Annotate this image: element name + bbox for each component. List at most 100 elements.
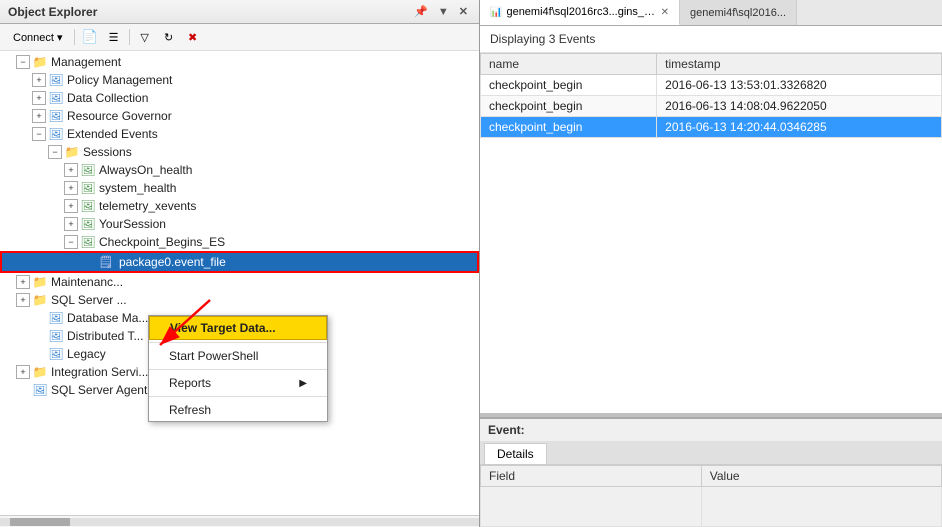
filter-button[interactable]: ▽	[134, 27, 156, 47]
tree-item-syshealth[interactable]: + 🖼 system_health	[0, 179, 479, 197]
icon-checkpointbegins: 🖼	[80, 234, 96, 250]
detail-tab-details[interactable]: Details	[484, 443, 547, 464]
expand-yoursession[interactable]: +	[64, 217, 78, 231]
tree-item-sessions[interactable]: − 📁 Sessions	[0, 143, 479, 161]
expand-management[interactable]: −	[16, 55, 30, 69]
tree-item-sqlserver[interactable]: + 📁 SQL Server ...	[0, 291, 479, 309]
extendedevents-label: Extended Events	[67, 127, 158, 141]
content-area: Displaying 3 Events name timestamp	[480, 26, 942, 527]
expand-sqlserver[interactable]: +	[16, 293, 30, 307]
folder-icon-sessions: 📁	[64, 144, 80, 160]
object-explorer-panel: Object Explorer 📌 ▼ ✕ Connect ▾ 📄 ☰ ▽ ↻ …	[0, 0, 480, 527]
toolbar: Connect ▾ 📄 ☰ ▽ ↻ ✖	[0, 24, 479, 51]
horizontal-scrollbar[interactable]	[0, 515, 479, 527]
detail-table: Field Value	[480, 465, 942, 527]
databasema-label: Database Ma...	[67, 311, 148, 325]
icon-resourcegov: 🖼	[48, 108, 64, 124]
icon-alwayson: 🖼	[80, 162, 96, 178]
expand-resourcegov[interactable]: +	[32, 109, 46, 123]
tree-item-extendedevents[interactable]: − 🖼 Extended Events	[0, 125, 479, 143]
resourcegov-label: Resource Governor	[67, 109, 172, 123]
tree-item-resourcegov[interactable]: + 🖼 Resource Governor	[0, 107, 479, 125]
tab-event-file[interactable]: 📊 genemi4f\sql2016rc3...gins_ES: event_f…	[480, 0, 680, 25]
cell-timestamp-3: 2016-06-13 14:20:44.0346285	[657, 117, 942, 138]
datacollection-label: Data Collection	[67, 91, 148, 105]
detail-tabs-row: Details	[480, 441, 942, 465]
tab-bar: 📊 genemi4f\sql2016rc3...gins_ES: event_f…	[480, 0, 942, 26]
panel-title-icons: 📌 ▼ ✕	[411, 4, 471, 19]
stop-button[interactable]: ✖	[182, 27, 204, 47]
tab-close-1[interactable]: ✕	[661, 7, 669, 18]
context-separator-3	[149, 396, 327, 397]
list-button[interactable]: ☰	[103, 27, 125, 47]
tree-item-packagefile[interactable]: 🗒 package0.event_file	[0, 251, 479, 273]
sqlserver-label: SQL Server ...	[51, 293, 127, 307]
expand-datacollection[interactable]: +	[32, 91, 46, 105]
expand-syshealth[interactable]: +	[64, 181, 78, 195]
toolbar-separator-2	[129, 29, 130, 45]
expand-telemetry[interactable]: +	[64, 199, 78, 213]
table-row[interactable]: checkpoint_begin 2016-06-13 13:53:01.332…	[481, 75, 942, 96]
icon-sqlagent: 🖼	[32, 382, 48, 398]
context-menu-reports[interactable]: Reports ▶	[149, 372, 327, 394]
expand-extendedevents[interactable]: −	[32, 127, 46, 141]
cell-name-3: checkpoint_begin	[481, 117, 657, 138]
tree-item-yoursession[interactable]: + 🖼 YourSession	[0, 215, 479, 233]
cell-name-2: checkpoint_begin	[481, 96, 657, 117]
expand-policy[interactable]: +	[32, 73, 46, 87]
telemetry-label: telemetry_xevents	[99, 199, 196, 213]
pin-icon[interactable]: 📌	[411, 4, 431, 19]
close-icon[interactable]: ✕	[456, 4, 471, 19]
context-menu-viewtarget[interactable]: View Target Data...	[149, 316, 327, 340]
yoursession-label: YourSession	[99, 217, 166, 231]
expand-maintenance[interactable]: +	[16, 275, 30, 289]
tree-item-management[interactable]: − 📁 Management	[0, 53, 479, 71]
tree-item-policy[interactable]: + 🖼 Policy Management	[0, 71, 479, 89]
col-header-timestamp[interactable]: timestamp	[657, 54, 942, 75]
context-separator-1	[149, 342, 327, 343]
dropdown-icon[interactable]: ▼	[435, 5, 452, 19]
panel-title-bar: Object Explorer 📌 ▼ ✕	[0, 0, 479, 24]
cell-timestamp-2: 2016-06-13 14:08:04.9622050	[657, 96, 942, 117]
icon-datacollection: 🖼	[48, 90, 64, 106]
legacy-label: Legacy	[67, 347, 106, 361]
event-label: Event:	[480, 419, 942, 441]
tree-item-maintenance[interactable]: + 📁 Maintenanc...	[0, 273, 479, 291]
tree-container[interactable]: − 📁 Management + 🖼 Policy Management + 🖼…	[0, 51, 479, 515]
result-header: Displaying 3 Events	[480, 26, 942, 53]
expand-checkpointbegins[interactable]: −	[64, 235, 78, 249]
folder-icon-integration: 📁	[32, 364, 48, 380]
tree-item-checkpointbegins[interactable]: − 🖼 Checkpoint_Begins_ES	[0, 233, 479, 251]
policy-label: Policy Management	[67, 73, 172, 87]
sqlagent-label: SQL Server Agent	[51, 383, 147, 397]
table-row[interactable]: checkpoint_begin 2016-06-13 14:08:04.962…	[481, 96, 942, 117]
new-query-button[interactable]: 📄	[79, 27, 101, 47]
tree-item-alwayson[interactable]: + 🖼 AlwaysOn_health	[0, 161, 479, 179]
connect-button[interactable]: Connect ▾	[6, 27, 70, 47]
icon-yoursession: 🖼	[80, 216, 96, 232]
expand-sessions[interactable]: −	[48, 145, 62, 159]
expand-integration[interactable]: +	[16, 365, 30, 379]
tree-item-telemetry[interactable]: + 🖼 telemetry_xevents	[0, 197, 479, 215]
table-row-selected[interactable]: checkpoint_begin 2016-06-13 14:20:44.034…	[481, 117, 942, 138]
detail-col-field[interactable]: Field	[481, 466, 702, 487]
panel-title: Object Explorer	[8, 5, 97, 19]
syshealth-label: system_health	[99, 181, 176, 195]
refresh-button[interactable]: ↻	[158, 27, 180, 47]
context-menu-startpowershell[interactable]: Start PowerShell	[149, 345, 327, 367]
reports-arrow-icon: ▶	[299, 378, 307, 389]
col-header-name[interactable]: name	[481, 54, 657, 75]
tab-icon: 📊	[490, 7, 502, 18]
context-separator-2	[149, 369, 327, 370]
checkpointbegins-label: Checkpoint_Begins_ES	[99, 235, 225, 249]
context-menu-refresh[interactable]: Refresh	[149, 399, 327, 421]
tab-second[interactable]: genemi4f\sql2016...	[680, 0, 797, 25]
detail-col-value[interactable]: Value	[701, 466, 941, 487]
event-section: Event: Details Field Value	[480, 417, 942, 527]
maintenance-label: Maintenanc...	[51, 275, 123, 289]
icon-databasema: 🖼	[48, 310, 64, 326]
icon-policy: 🖼	[48, 72, 64, 88]
events-table-wrapper[interactable]: name timestamp checkpoint_begin 2016-06-…	[480, 53, 942, 417]
tree-item-datacollection[interactable]: + 🖼 Data Collection	[0, 89, 479, 107]
expand-alwayson[interactable]: +	[64, 163, 78, 177]
